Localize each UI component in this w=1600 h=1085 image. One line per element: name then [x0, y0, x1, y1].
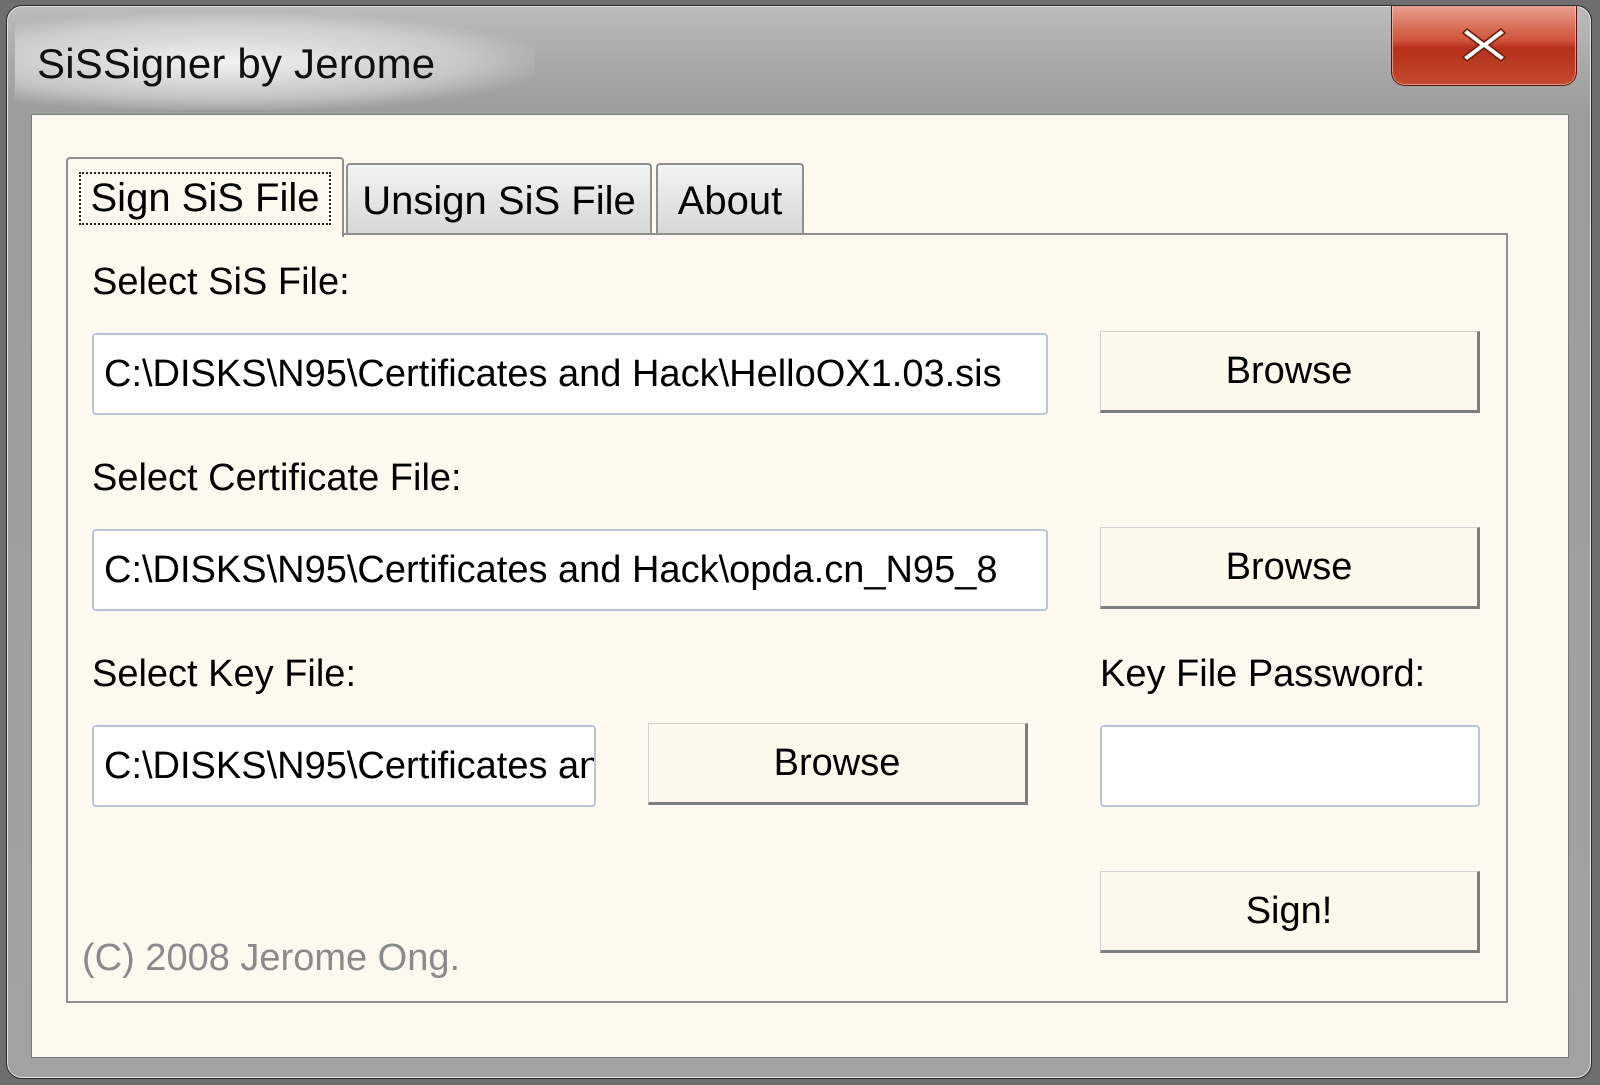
key-file-input[interactable]: C:\DISKS\N95\Certificates and [92, 725, 596, 807]
key-password-label: Key File Password: [1100, 653, 1426, 695]
close-button[interactable] [1391, 6, 1577, 86]
sis-file-input[interactable]: C:\DISKS\N95\Certificates and Hack\Hello… [92, 333, 1048, 415]
tab-label: Sign SiS File [78, 171, 332, 225]
certificate-file-label: Select Certificate File: [92, 457, 462, 499]
app-window: SiSSigner by Jerome Sign SiS File Unsign… [6, 5, 1592, 1079]
close-icon [1461, 27, 1507, 62]
tab-label: Unsign SiS File [362, 178, 636, 223]
browse-certificate-button[interactable]: Browse [1100, 527, 1480, 609]
sign-button[interactable]: Sign! [1100, 871, 1480, 953]
tab-label: About [677, 178, 783, 223]
browse-key-button[interactable]: Browse [648, 723, 1028, 805]
tab-about[interactable]: About [656, 163, 804, 237]
browse-sis-button[interactable]: Browse [1100, 331, 1480, 413]
tab-sign-sis-file[interactable]: Sign SiS File [66, 157, 344, 237]
window-title: SiSSigner by Jerome [37, 40, 436, 87]
tab-unsign-sis-file[interactable]: Unsign SiS File [346, 163, 652, 237]
sis-file-label: Select SiS File: [92, 261, 350, 303]
copyright-text: (C) 2008 Jerome Ong. [82, 937, 461, 979]
certificate-file-input[interactable]: C:\DISKS\N95\Certificates and Hack\opda.… [92, 529, 1048, 611]
key-file-label: Select Key File: [92, 653, 356, 695]
sign-panel: Select SiS File: C:\DISKS\N95\Certificat… [66, 233, 1508, 1003]
key-password-input[interactable] [1100, 725, 1480, 807]
client-area: Sign SiS File Unsign SiS File About Sele… [31, 114, 1569, 1058]
